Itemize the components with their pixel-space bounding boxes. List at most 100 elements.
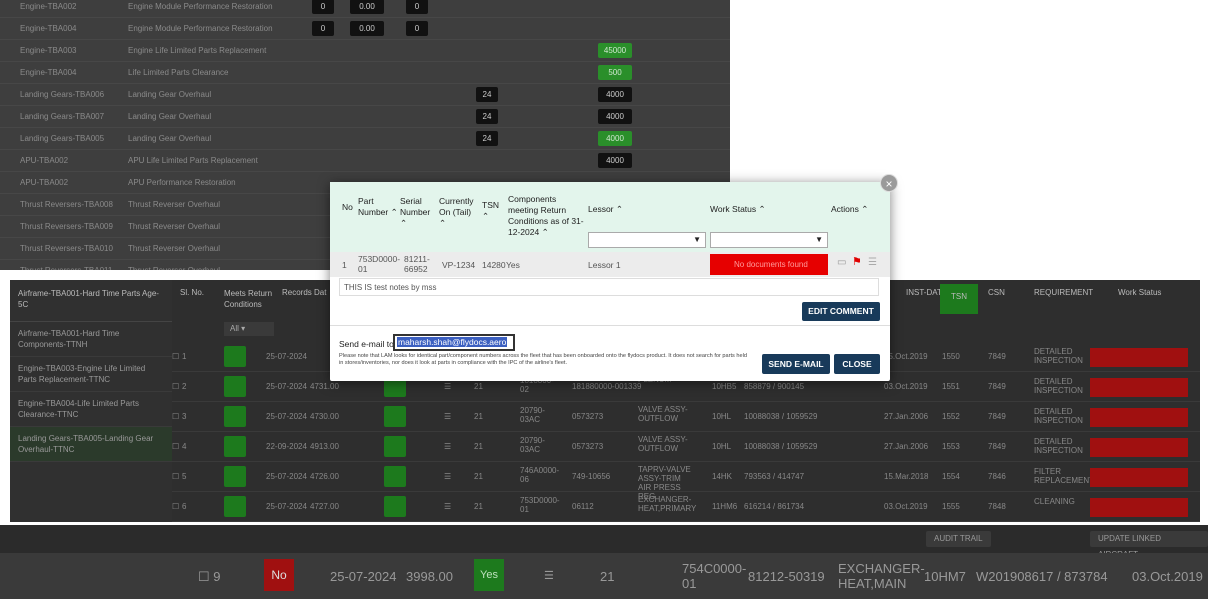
- value-badge: 24: [476, 131, 498, 146]
- tsn-value: 21: [474, 412, 483, 421]
- row-checkbox[interactable]: ☐: [172, 352, 179, 361]
- inst-date: 15.Mar.2018: [884, 472, 929, 481]
- row-number: 4: [182, 442, 187, 451]
- component-name: Thrust Reversers-TBA010: [20, 244, 113, 253]
- tail: 10HB5: [712, 382, 737, 391]
- serial-pair: W201908617 / 873784: [976, 569, 1108, 584]
- records-date: 25-07-2024: [330, 569, 397, 584]
- header-lessor[interactable]: Lessor ⌃: [588, 204, 623, 215]
- task-name: Engine Module Performance Restoration: [128, 24, 273, 33]
- description: EXCHANGER-HEAT,PRIMARY: [638, 495, 697, 513]
- header-serial-number[interactable]: Serial Number ⌃: [400, 196, 432, 229]
- requirement: CLEANING: [1034, 497, 1075, 506]
- meets-yes-badge: [224, 406, 246, 427]
- program-list-item[interactable]: Engine-TBA003-Engine Life Limited Parts …: [10, 357, 172, 392]
- row-checkbox[interactable]: ☐: [172, 502, 179, 511]
- tsn-value: 21: [474, 442, 483, 451]
- col-header-records[interactable]: Records Dat: [282, 280, 326, 322]
- row-lessor: Lessor 1: [588, 260, 621, 270]
- tsn-value: 1555: [942, 502, 960, 511]
- col-header-tsn[interactable]: TSN: [940, 284, 978, 314]
- col-header-work-status[interactable]: Work Status: [1118, 280, 1161, 322]
- lessor-filter-select[interactable]: ▼: [588, 232, 706, 248]
- records-number: 4726.00: [310, 472, 339, 481]
- tsn-value: 1554: [942, 472, 960, 481]
- row-checkbox[interactable]: ☐: [172, 472, 179, 481]
- serial-number: 181880000-001339: [572, 382, 642, 391]
- serial-pair: 793563 / 414747: [744, 472, 805, 481]
- work-status-badge: [1090, 438, 1188, 457]
- component-name: Landing Gears-TBA005: [20, 134, 105, 143]
- comment-icon[interactable]: ▭: [837, 258, 846, 268]
- row-checkbox[interactable]: ☐: [172, 382, 179, 391]
- close-button[interactable]: CLOSE: [834, 354, 880, 374]
- header-tsn[interactable]: TSN ⌃: [482, 200, 499, 222]
- csn-value: 7848: [988, 502, 1006, 511]
- table-row: Engine-TBA004 Life Limited Parts Clearanc…: [0, 62, 730, 84]
- value-badge: 4000: [598, 87, 632, 102]
- program-list-item-selected[interactable]: Landing Gears-TBA005-Landing Gear Overha…: [10, 427, 172, 462]
- header-part-number[interactable]: Part Number ⌃: [358, 196, 398, 218]
- comment-icon[interactable]: ☰: [444, 502, 451, 511]
- header-no[interactable]: No: [342, 202, 353, 213]
- meets-filter-select[interactable]: All ▾: [224, 322, 274, 336]
- serial-pair: 858879 / 900145: [744, 382, 805, 391]
- header-components-meeting[interactable]: Components meeting Return Conditions as …: [508, 194, 588, 238]
- row-checkbox[interactable]: ☐ 9: [198, 569, 221, 585]
- header-actions[interactable]: Actions ⌃: [831, 204, 868, 215]
- program-list-header[interactable]: Airframe-TBA001-Hard Time Parts Age-5C: [10, 280, 172, 322]
- records-number: 4731.00: [310, 382, 339, 391]
- meets-yes-badge: [224, 496, 246, 517]
- comment-icon[interactable]: ☰: [444, 412, 451, 421]
- table-row: ☐ 9 No 25-07-2024 3998.00 Yes ☰ 21 754C0…: [0, 553, 1208, 599]
- comment-icon[interactable]: ☰: [444, 382, 451, 391]
- serial-number: 0573273: [572, 412, 604, 421]
- comment-icon[interactable]: ☰: [544, 569, 554, 582]
- tail: 14HK: [712, 472, 733, 481]
- task-name: Landing Gear Overhaul: [128, 90, 212, 99]
- value-badge: 0.00: [350, 0, 384, 14]
- table-row: ☐ 3 25-07-2024 4730.00 ☰ 21 20790-03AC 0573273…: [172, 402, 1200, 432]
- row-checkbox[interactable]: ☐: [172, 412, 179, 421]
- task-name: APU Performance Restoration: [128, 178, 236, 187]
- email-input[interactable]: maharsh.shah@flydocs.aero: [393, 334, 515, 351]
- send-email-button[interactable]: SEND E-MAIL: [762, 354, 830, 374]
- edit-comment-button[interactable]: EDIT COMMENT: [802, 302, 880, 321]
- program-list-item[interactable]: Engine-TBA004-Life Limited Parts Clearan…: [10, 392, 172, 427]
- col-header-meets[interactable]: Meets Return Conditions: [224, 280, 274, 322]
- col-header-csn[interactable]: CSN: [988, 280, 1005, 322]
- update-linked-aircraft-button[interactable]: UPDATE LINKED AIRCRAFT: [1090, 531, 1208, 559]
- audit-trail-button[interactable]: AUDIT TRAIL: [926, 531, 991, 547]
- value-badge: 0: [406, 21, 428, 36]
- header-currently-on[interactable]: Currently On (Tail) ⌃: [439, 196, 475, 229]
- component-name: Engine-TBA002: [20, 2, 77, 11]
- component-details-modal: No Part Number ⌃ Serial Number ⌃ Current…: [330, 182, 890, 381]
- col-header-requirement[interactable]: REQUIREMENT: [1034, 280, 1093, 322]
- program-list-item[interactable]: Airframe-TBA001-Hard Time Components-TTN…: [10, 322, 172, 357]
- close-icon[interactable]: ×: [880, 174, 898, 192]
- inst-date: 27.Jan.2006: [884, 412, 929, 421]
- row-checkbox[interactable]: ☐: [172, 442, 179, 451]
- col-header-sl-no[interactable]: Sl. No.: [180, 280, 204, 322]
- work-status-badge: [1090, 498, 1188, 517]
- comment-notes-field[interactable]: THIS IS test notes by mss: [339, 278, 879, 296]
- row-tsn: 14280: [482, 260, 506, 270]
- inst-date: 03.Oct.2019: [1132, 569, 1203, 584]
- part-number: 20790-03AC: [520, 406, 545, 424]
- comment-icon[interactable]: ☰: [444, 442, 451, 451]
- comment-icon[interactable]: ☰: [444, 472, 451, 481]
- part-number: 753D0000-01: [520, 496, 560, 514]
- records-date: 25-07-2024: [266, 412, 307, 421]
- csn-value: 7846: [988, 472, 1006, 481]
- requirement: FILTER REPLACEMENT: [1034, 467, 1095, 485]
- row-serial-number: 81211-66952: [404, 254, 430, 274]
- records-number: 4730.00: [310, 412, 339, 421]
- header-work-status[interactable]: Work Status ⌃: [710, 204, 766, 215]
- flag-icon[interactable]: ⚑: [852, 257, 862, 268]
- component-name: Thrust Reversers-TBA011: [20, 266, 112, 270]
- component-name: Engine-TBA004: [20, 24, 77, 33]
- work-status-filter-select[interactable]: ▼: [710, 232, 828, 248]
- document-icon[interactable]: ☰: [868, 258, 877, 268]
- csn-value: 7849: [988, 352, 1006, 361]
- yes-badge: [384, 496, 406, 517]
